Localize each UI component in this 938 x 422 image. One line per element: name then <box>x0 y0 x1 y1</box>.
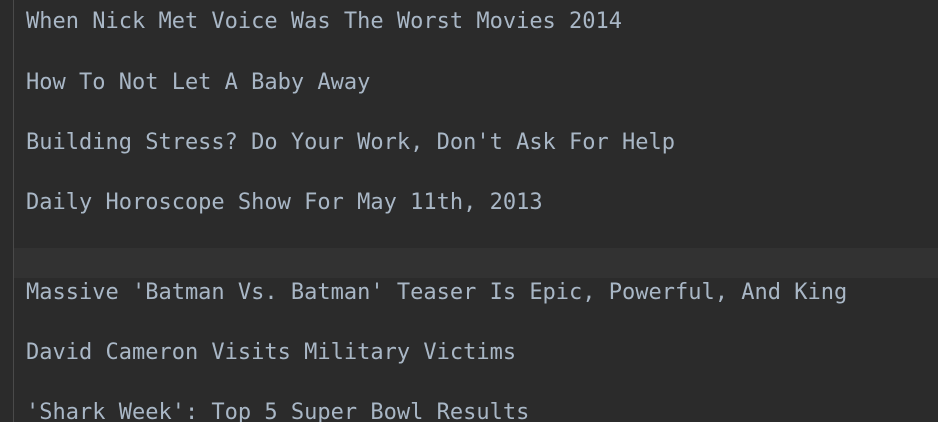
editor-line[interactable] <box>14 158 938 188</box>
editor-line[interactable]: Building Stress? Do Your Work, Don't Ask… <box>14 128 938 158</box>
editor-line[interactable]: David Cameron Visits Military Victims <box>14 338 938 368</box>
editor-line[interactable]: Massive 'Batman Vs. Batman' Teaser Is Ep… <box>14 278 938 308</box>
editor-line[interactable]: Daily Horoscope Show For May 11th, 2013 <box>14 188 938 218</box>
editor-line[interactable] <box>14 38 938 68</box>
editor-line[interactable] <box>14 308 938 338</box>
editor-line[interactable] <box>14 98 938 128</box>
editor-text-area[interactable]: When Nick Met Voice Was The Worst Movies… <box>14 0 938 422</box>
text-editor[interactable]: When Nick Met Voice Was The Worst Movies… <box>0 0 938 422</box>
editor-line[interactable]: When Nick Met Voice Was The Worst Movies… <box>14 0 938 38</box>
editor-line[interactable] <box>14 368 938 398</box>
editor-line[interactable]: 'Shark Week': Top 5 Super Bowl Results <box>14 398 938 422</box>
editor-line[interactable]: How To Not Let A Baby Away <box>14 68 938 98</box>
editor-current-line[interactable] <box>14 248 938 278</box>
editor-line[interactable] <box>14 218 938 248</box>
